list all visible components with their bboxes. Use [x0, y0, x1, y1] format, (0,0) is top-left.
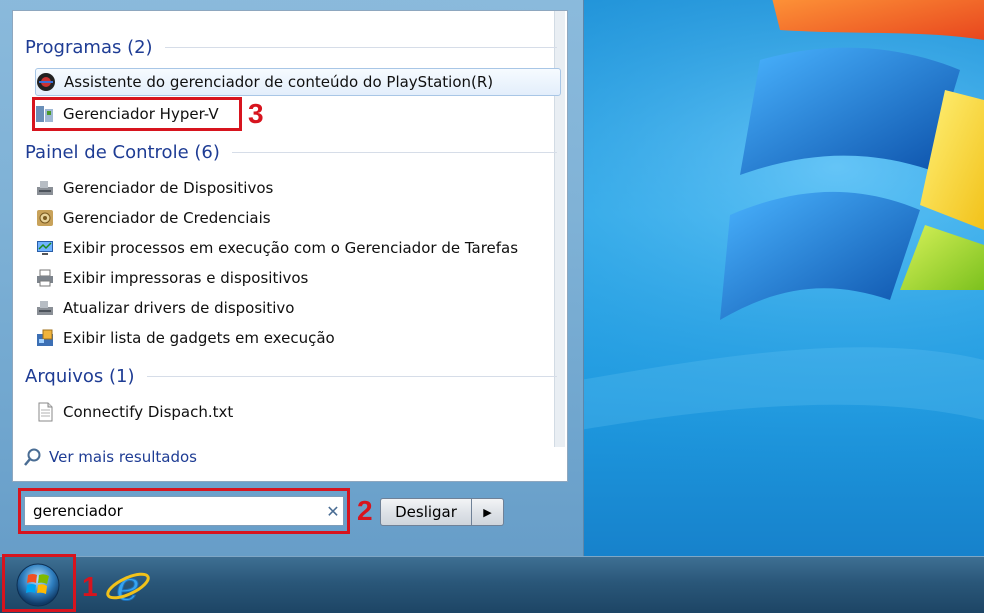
device-manager-icon [37, 301, 53, 315]
svg-text:e: e [116, 564, 140, 610]
taskbar: 1 e [0, 554, 984, 613]
result-update-drivers[interactable]: Atualizar drivers de dispositivo [35, 294, 294, 322]
shutdown-options-button[interactable]: ▶ [472, 498, 504, 526]
text-file-icon [38, 402, 53, 422]
start-menu: Programas (2) Assistente do gerenciador … [0, 0, 584, 556]
group-header-programs: Programas (2) [25, 35, 557, 59]
group-header-files: Arquivos (1) [25, 364, 557, 388]
see-more-results-link[interactable]: Ver mais resultados [23, 445, 197, 469]
shutdown-group: Desligar ▶ [380, 498, 504, 526]
gadgets-icon [37, 329, 53, 346]
annotation-box-3 [32, 97, 242, 131]
result-credential-manager[interactable]: Gerenciador de Credenciais [35, 204, 271, 232]
printer-icon [37, 269, 53, 287]
shutdown-button[interactable]: Desligar [380, 498, 472, 526]
annotation-number-1: 1 [82, 571, 98, 602]
internet-explorer-icon[interactable]: e [104, 560, 152, 610]
result-printers-devices[interactable]: Exibir impressoras e dispositivos [35, 264, 308, 292]
task-manager-icon [37, 241, 53, 255]
annotation-number-2: 2 [357, 495, 373, 526]
credential-vault-icon [37, 210, 53, 226]
annotation-box-1 [2, 554, 76, 612]
playstation-icon [37, 73, 55, 91]
result-playstation-assistant[interactable]: Assistente do gerenciador de conteúdo do… [35, 68, 561, 96]
search-results-pane: Programas (2) Assistente do gerenciador … [12, 10, 568, 482]
device-manager-icon [37, 181, 53, 195]
annotation-box-2 [18, 488, 350, 534]
group-header-control-panel: Painel de Controle (6) [25, 140, 557, 164]
annotation-number-3: 3 [248, 98, 264, 129]
search-icon [24, 448, 41, 466]
result-device-manager[interactable]: Gerenciador de Dispositivos [35, 174, 273, 202]
result-task-manager[interactable]: Exibir processos em execução com o Geren… [35, 234, 518, 262]
result-connectify-txt[interactable]: Connectify Dispach.txt [35, 398, 233, 426]
result-running-gadgets[interactable]: Exibir lista de gadgets em execução [35, 324, 335, 352]
arrow-right-icon: ▶ [483, 505, 492, 519]
